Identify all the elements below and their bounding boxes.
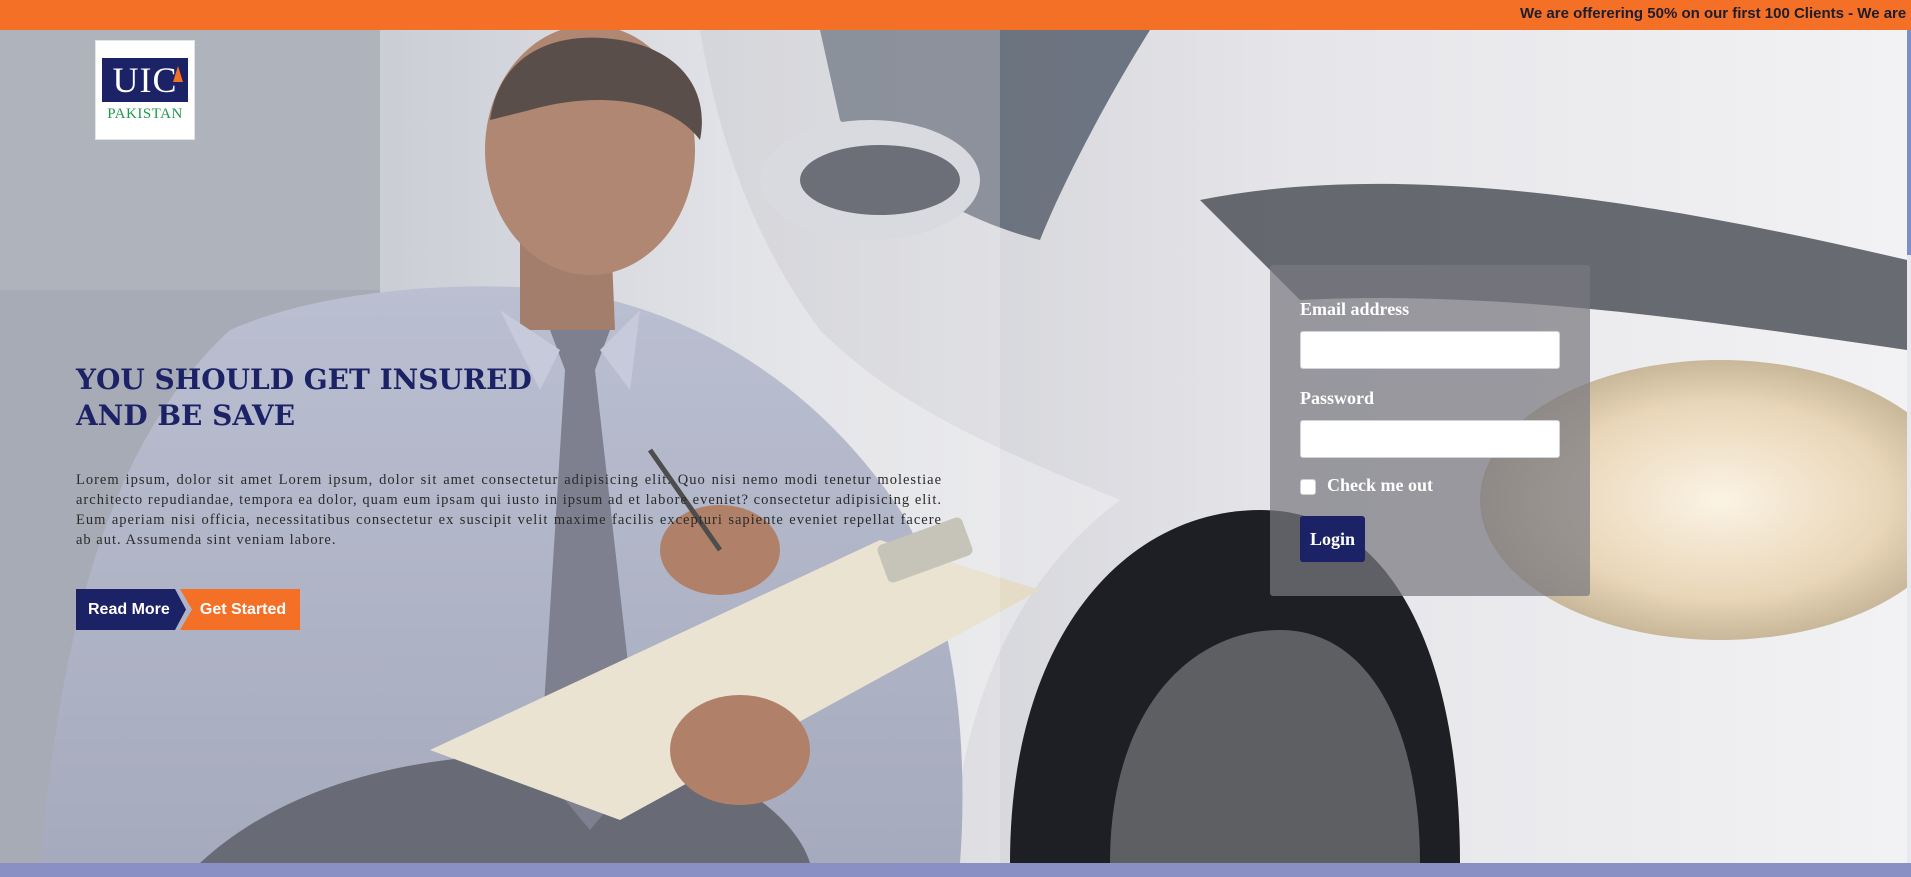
login-form: Email address Password Check me out Logi…	[1270, 265, 1590, 596]
hero-headline: YOU SHOULD GET INSURED AND BE SAVE	[76, 362, 576, 434]
logo-main-text: UIC	[112, 60, 178, 100]
brand-logo[interactable]: UIC PAKISTAN	[95, 40, 195, 140]
flame-icon	[173, 66, 183, 82]
password-label: Password	[1300, 388, 1375, 408]
announcement-bar: We are offerering 50% on our first 100 C…	[0, 0, 1911, 30]
read-more-button[interactable]: Read More	[76, 589, 186, 630]
bottom-section-edge	[0, 863, 1911, 877]
hero-photo-illustration	[0, 30, 1907, 863]
hero-headline-line1: YOU SHOULD GET INSURED	[76, 363, 532, 396]
get-started-button[interactable]: Get Started	[180, 589, 300, 630]
check-me-out-checkbox[interactable]	[1300, 479, 1316, 495]
scrollbar-thumb[interactable]	[1907, 30, 1911, 255]
announcement-marquee-text: We are offerering 50% on our first 100 C…	[1520, 5, 1907, 22]
password-field[interactable]	[1300, 420, 1560, 458]
login-button[interactable]: Login	[1300, 516, 1365, 562]
email-field[interactable]	[1300, 331, 1560, 369]
check-me-out-label[interactable]: Check me out	[1327, 475, 1433, 496]
logo-sub-text: PAKISTAN	[107, 106, 183, 122]
email-label: Email address	[1300, 299, 1410, 319]
hero-headline-line2: AND BE SAVE	[76, 399, 296, 432]
page: We are offerering 50% on our first 100 C…	[0, 0, 1911, 877]
hero-background	[0, 30, 1907, 863]
hero-lead-paragraph: Lorem ipsum, dolor sit amet Lorem ipsum,…	[76, 472, 942, 548]
